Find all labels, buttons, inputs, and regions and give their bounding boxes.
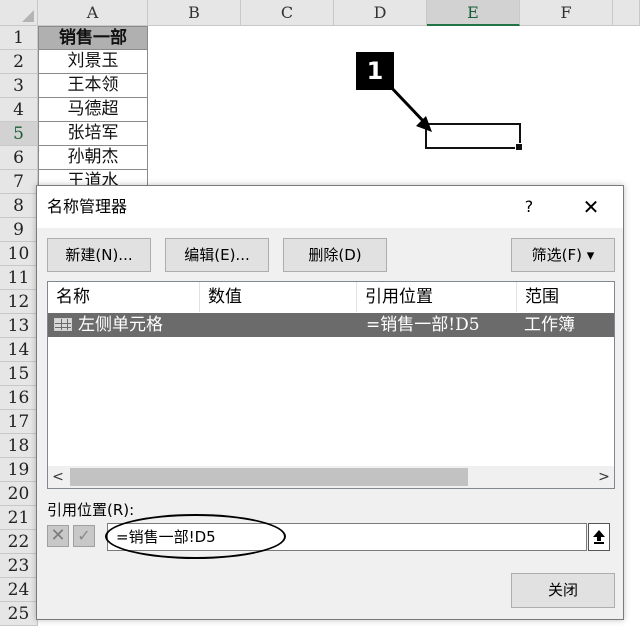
dialog-title: 名称管理器	[47, 197, 128, 216]
row-header-16[interactable]: 16	[0, 386, 38, 410]
row-header-12[interactable]: 12	[0, 290, 38, 314]
row-header-7[interactable]: 7	[0, 170, 38, 194]
names-list[interactable]: 名称 数值 引用位置 范围 左侧单元格 =销售一部!D5 工作簿 < >	[47, 281, 615, 489]
new-button[interactable]: 新建(N)...	[47, 238, 151, 272]
confirm-edit-icon[interactable]: ✓	[73, 525, 95, 547]
row-header-21[interactable]: 21	[0, 506, 38, 530]
help-button[interactable]: ?	[515, 186, 543, 228]
cancel-edit-icon[interactable]: ✕	[47, 525, 69, 547]
close-button[interactable]: 关闭	[511, 573, 615, 608]
scroll-right-icon[interactable]: >	[594, 466, 614, 488]
row-header-23[interactable]: 23	[0, 554, 38, 578]
row-header-9[interactable]: 9	[0, 218, 38, 242]
row-header-24[interactable]: 24	[0, 578, 38, 602]
item-scope: 工作簿	[524, 315, 575, 335]
row-header-18[interactable]: 18	[0, 434, 38, 458]
column-header-scope[interactable]: 范围	[517, 282, 614, 312]
row-header-2[interactable]: 2	[0, 50, 38, 74]
collapse-arrow-icon	[593, 530, 605, 544]
row-header-15[interactable]: 15	[0, 362, 38, 386]
defined-name-icon	[54, 318, 72, 331]
row-header-8[interactable]: 8	[0, 194, 38, 218]
column-header-d[interactable]: D	[334, 0, 427, 26]
horizontal-scrollbar[interactable]: < >	[48, 466, 614, 488]
refers-to-field[interactable]: =销售一部!D5	[107, 523, 587, 551]
delete-button[interactable]: 删除(D)	[283, 238, 387, 272]
refers-to-label: 引用位置(R):	[47, 501, 135, 519]
cell-a2[interactable]: 刘景玉	[38, 50, 148, 74]
filter-button[interactable]: 筛选(F) ▾	[511, 238, 615, 272]
column-header-name[interactable]: 名称	[48, 282, 200, 312]
list-item[interactable]: 左侧单元格 =销售一部!D5 工作簿	[48, 313, 614, 337]
row-header-20[interactable]: 20	[0, 482, 38, 506]
column-header-e[interactable]: E	[427, 0, 520, 26]
row-header-1[interactable]: 1	[0, 26, 38, 50]
scroll-thumb[interactable]	[70, 468, 468, 486]
row-header-5[interactable]: 5	[0, 122, 38, 146]
scroll-left-icon[interactable]: <	[48, 466, 68, 488]
collapse-dialog-button[interactable]	[588, 523, 610, 551]
callout-arrow	[386, 82, 432, 132]
row-header-11[interactable]: 11	[0, 266, 38, 290]
column-header-g[interactable]	[613, 0, 640, 26]
row-header-10[interactable]: 10	[0, 242, 38, 266]
row-header-3[interactable]: 3	[0, 74, 38, 98]
row-header-13[interactable]: 13	[0, 314, 38, 338]
item-refers-to: =销售一部!D5	[366, 315, 480, 335]
item-name: 左侧单元格	[78, 315, 163, 335]
column-header-b[interactable]: B	[148, 0, 241, 26]
cell-a5[interactable]: 张培军	[38, 122, 148, 146]
row-header-22[interactable]: 22	[0, 530, 38, 554]
fill-handle[interactable]	[515, 143, 523, 151]
name-manager-dialog: 名称管理器 ? ✕ 新建(N)... 编辑(E)... 删除(D) 筛选(F) …	[36, 185, 624, 620]
column-header-c[interactable]: C	[241, 0, 334, 26]
row-header-4[interactable]: 4	[0, 98, 38, 122]
column-header-value[interactable]: 数值	[200, 282, 357, 312]
cell-a6[interactable]: 孙朝杰	[38, 146, 148, 170]
cell-a1[interactable]: 销售一部	[38, 26, 148, 50]
column-header-refers-to[interactable]: 引用位置	[357, 282, 517, 312]
column-header-f[interactable]: F	[520, 0, 613, 26]
row-header-25[interactable]: 25	[0, 602, 38, 626]
list-header: 名称 数值 引用位置 范围	[48, 282, 614, 312]
row-header-17[interactable]: 17	[0, 410, 38, 434]
row-header-14[interactable]: 14	[0, 338, 38, 362]
select-all-corner[interactable]	[0, 0, 38, 26]
column-header-a[interactable]: A	[38, 0, 148, 26]
dialog-titlebar[interactable]: 名称管理器 ? ✕	[37, 186, 623, 228]
row-header-6[interactable]: 6	[0, 146, 38, 170]
edit-button[interactable]: 编辑(E)...	[165, 238, 269, 272]
cell-a4[interactable]: 马德超	[38, 98, 148, 122]
close-icon[interactable]: ✕	[577, 186, 605, 228]
cell-a3[interactable]: 王本领	[38, 74, 148, 98]
row-header-19[interactable]: 19	[0, 458, 38, 482]
